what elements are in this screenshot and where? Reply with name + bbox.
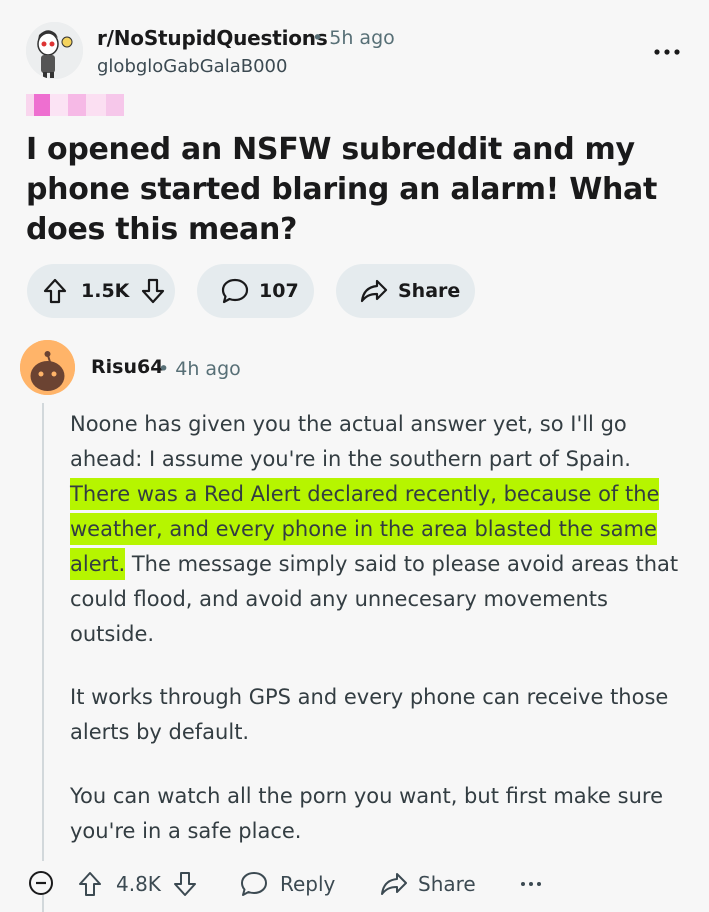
comment-share-button[interactable]: Share — [380, 864, 476, 904]
comment-more-button[interactable] — [520, 864, 542, 904]
share-arrow-icon — [381, 873, 407, 895]
ellipsis-icon — [654, 49, 680, 55]
arrow-up-icon — [79, 872, 101, 896]
share-arrow-icon — [360, 279, 388, 303]
comment-text: The message simply said to please avoid … — [70, 552, 679, 646]
comment-vote-group: 4.8K — [78, 864, 197, 904]
post-share-button[interactable]: Share — [336, 264, 475, 318]
comment-text: Noone has given you the actual answer ye… — [70, 412, 631, 471]
minus-circle-icon — [29, 871, 53, 895]
arrow-up-icon — [43, 278, 67, 304]
subreddit-avatar[interactable] — [26, 22, 83, 79]
post-title[interactable]: I opened an NSFW subreddit and my phone … — [26, 130, 686, 250]
collapse-thread-button[interactable] — [28, 870, 54, 896]
separator-dot: • — [312, 27, 324, 49]
comment-time-text: 4h ago — [175, 358, 241, 380]
arrow-down-icon — [173, 872, 196, 896]
reply-button[interactable]: Reply — [240, 864, 335, 904]
arrow-down-icon — [142, 278, 165, 304]
subreddit-name[interactable]: r/NoStupidQuestions — [97, 26, 328, 50]
comment-paragraph-2: It works through GPS and every phone can… — [70, 685, 669, 744]
more-options-button[interactable] — [653, 34, 681, 62]
upvote-button[interactable] — [43, 278, 67, 304]
comment-vote-count: 4.8K — [116, 872, 161, 896]
comment-author[interactable]: Risu64 — [91, 356, 163, 378]
comment-upvote-button[interactable] — [78, 871, 102, 897]
comment-paragraph-3: You can watch all the porn you want, but… — [70, 784, 663, 843]
reply-label: Reply — [280, 872, 336, 896]
comment-share-label: Share — [418, 872, 476, 896]
comment-downvote-button[interactable] — [173, 871, 197, 897]
comment-time: • 4h ago — [158, 358, 241, 380]
commenter-avatar[interactable] — [20, 340, 75, 395]
speech-bubble-icon — [241, 872, 267, 896]
thread-line-continuation[interactable] — [42, 895, 44, 912]
comments-button[interactable]: 107 — [197, 264, 314, 318]
thread-line[interactable] — [42, 403, 44, 861]
comment-paragraph-1: Noone has given you the actual answer ye… — [70, 407, 685, 652]
ellipsis-icon — [521, 882, 541, 886]
downvote-button[interactable] — [141, 278, 165, 304]
separator-dot: • — [158, 358, 170, 380]
post-share-label: Share — [398, 280, 461, 302]
post-vote-count: 1.5K — [81, 280, 130, 302]
speech-bubble-icon — [221, 278, 249, 304]
post-flair-redacted — [26, 94, 124, 116]
post-vote-pill: 1.5K — [27, 264, 175, 318]
comment-count: 107 — [259, 280, 299, 302]
post-author[interactable]: globgloGabGalaB000 — [97, 56, 287, 77]
post-time: • 5h ago — [312, 27, 395, 49]
post-time-text: 5h ago — [329, 27, 395, 49]
